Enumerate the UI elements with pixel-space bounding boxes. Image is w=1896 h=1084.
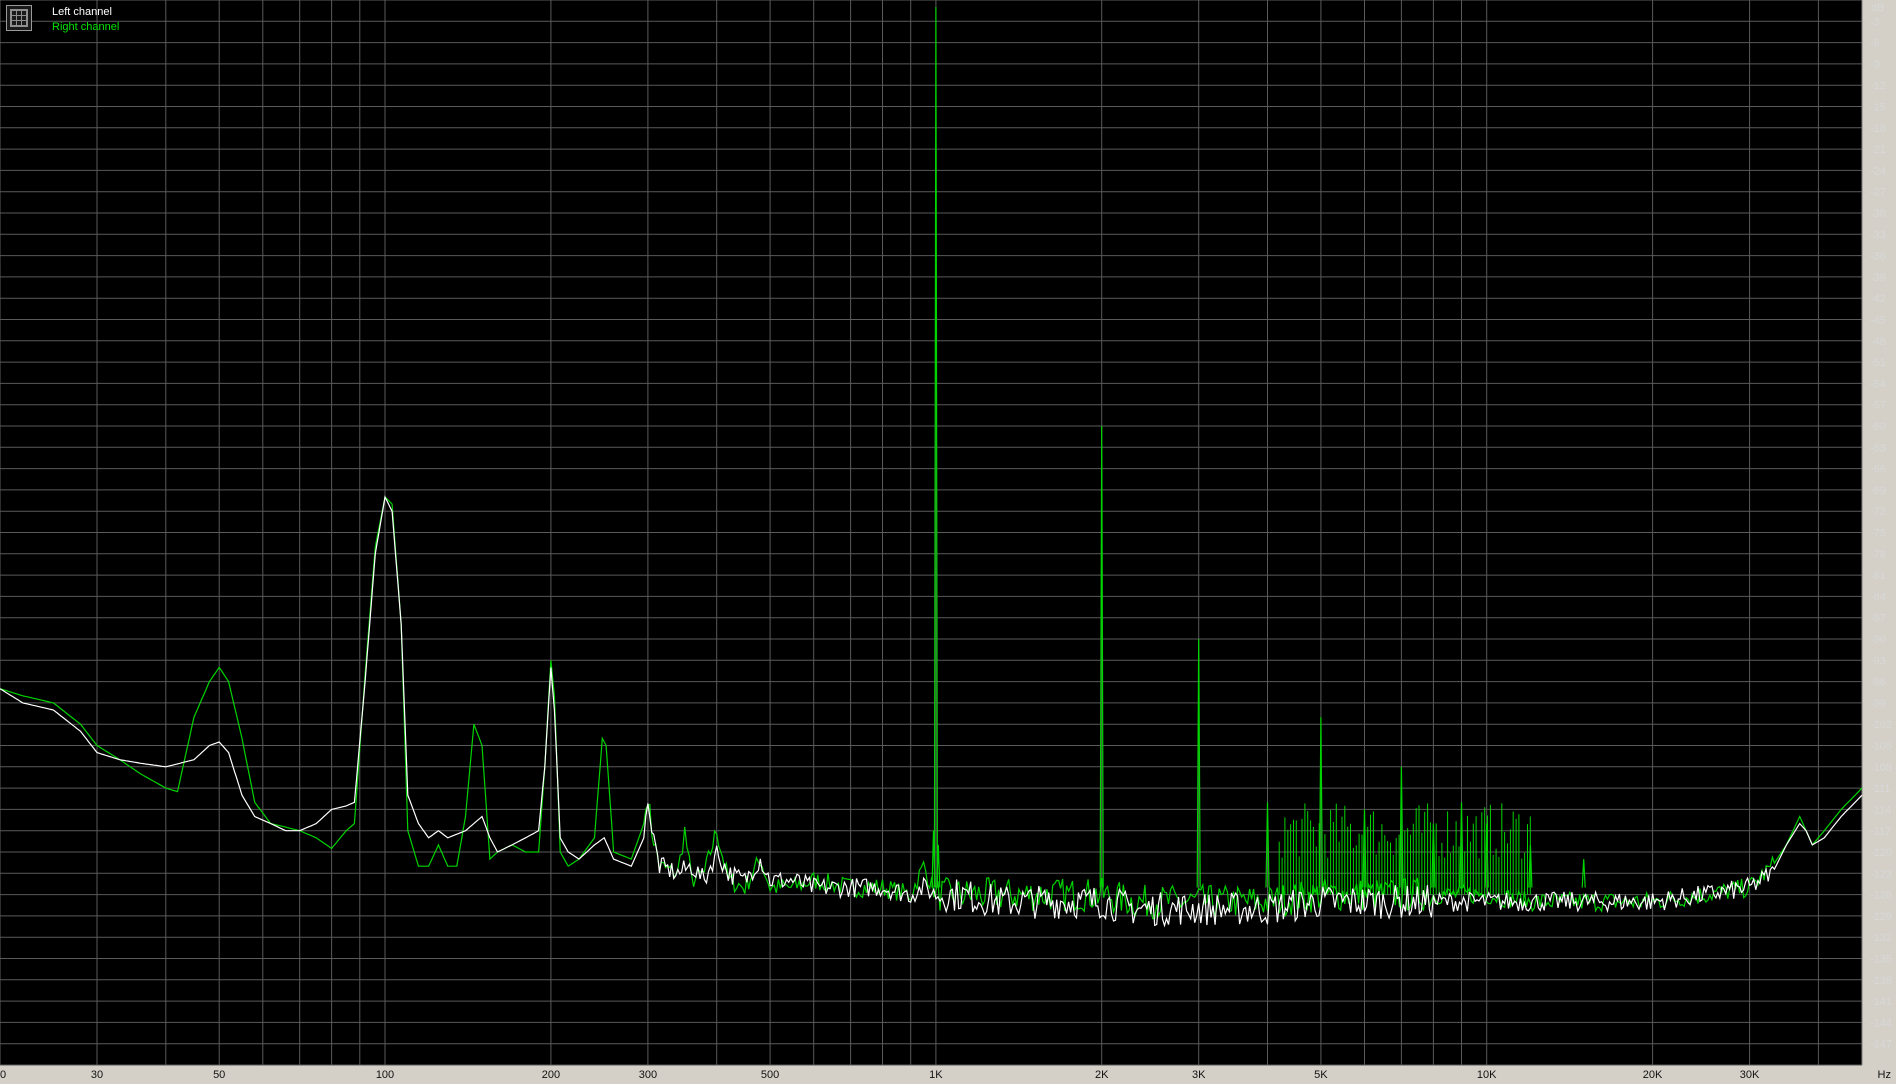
y-tick-label: -48 [1870, 336, 1886, 348]
y-tick-label: -36 [1870, 251, 1886, 263]
y-tick-label: -42 [1870, 293, 1886, 305]
y-unit-label: dB [1871, 2, 1884, 14]
x-tick-label: 20K [1643, 1069, 1663, 1081]
legend-labels: Left channel Right channel [52, 5, 119, 35]
y-tick-label: -117 [1870, 826, 1891, 838]
y-tick-label: -114 [1870, 804, 1891, 816]
y-tick-label: -132 [1870, 932, 1892, 944]
x-tick-label: 500 [761, 1069, 779, 1081]
chart-background [0, 0, 1896, 1084]
y-tick-label: -129 [1870, 911, 1892, 923]
y-tick-label: -69 [1870, 485, 1886, 497]
y-tick-label: -78 [1870, 549, 1886, 561]
y-tick-label: -126 [1870, 890, 1892, 902]
y-tick-label: -96 [1870, 677, 1886, 689]
y-tick-label: -99 [1870, 698, 1886, 710]
y-tick-label: -147 [1870, 1039, 1892, 1051]
y-tick-label: -123 [1870, 868, 1892, 880]
y-tick-label: -54 [1870, 378, 1886, 390]
y-tick-label: -9 [1870, 59, 1880, 71]
y-tick-label: -39 [1870, 272, 1886, 284]
x-tick-label: 3K [1192, 1069, 1206, 1081]
y-tick-label: -135 [1870, 954, 1892, 966]
y-tick-label: -24 [1870, 165, 1886, 177]
y-tick-label: -141 [1870, 996, 1892, 1008]
y-tick-label: -84 [1870, 591, 1886, 603]
y-tick-label: -72 [1870, 506, 1886, 518]
y-tick-label: -60 [1870, 421, 1886, 433]
y-tick-label: -111 [1870, 783, 1890, 795]
x-tick-label: 30K [1740, 1069, 1760, 1081]
y-tick-label: -90 [1870, 634, 1886, 646]
y-tick-label: -27 [1870, 187, 1886, 199]
y-tick-label: -120 [1870, 847, 1892, 859]
x-tick-label: 1K [929, 1069, 943, 1081]
x-tick-label: 50 [213, 1069, 225, 1081]
x-axis-strip [0, 1065, 1896, 1084]
legend-right-channel: Right channel [52, 21, 120, 33]
y-tick-label: -75 [1870, 528, 1886, 540]
x-tick-label: 2K [1095, 1069, 1109, 1081]
y-tick-label: -51 [1870, 357, 1886, 369]
x-tick-label: 20 [0, 1069, 6, 1081]
y-tick-label: -21 [1870, 144, 1886, 156]
y-tick-label: -66 [1870, 464, 1886, 476]
x-tick-label: 300 [639, 1069, 657, 1081]
y-tick-label: -45 [1870, 315, 1886, 327]
y-tick-label: -81 [1870, 570, 1886, 582]
x-tick-label: 200 [542, 1069, 560, 1081]
y-tick-label: -87 [1870, 613, 1886, 625]
y-tick-label: -30 [1870, 208, 1886, 220]
y-tick-label: -138 [1870, 975, 1892, 987]
y-tick-label: -18 [1870, 123, 1886, 135]
x-tick-label: 5K [1314, 1069, 1328, 1081]
legend: Left channel Right channel [6, 5, 119, 35]
y-tick-label: -108 [1870, 762, 1892, 774]
x-tick-label: 100 [376, 1069, 394, 1081]
y-tick-label: -144 [1870, 1017, 1892, 1029]
y-tick-label: -102 [1870, 719, 1892, 731]
y-tick-label: -3 [1870, 16, 1880, 28]
y-tick-label: -6 [1870, 38, 1880, 50]
y-tick-label: -33 [1870, 229, 1886, 241]
x-tick-label: 30 [91, 1069, 103, 1081]
grid-lines [0, 0, 1896, 1084]
spectrum-chart: -3 -6 -9 -12 -15 -18 -21 -24 -27 -30 -33 -36 -39 -42 -… [0, 0, 1896, 1084]
y-tick-label: -63 [1870, 442, 1886, 454]
grid-icon[interactable] [6, 5, 32, 31]
y-tick-label: -105 [1870, 741, 1892, 753]
y-tick-label: -15 [1870, 102, 1886, 114]
y-tick-label: -57 [1870, 400, 1886, 412]
y-tick-label: -93 [1870, 655, 1886, 667]
x-tick-label: 10K [1477, 1069, 1497, 1081]
x-unit-label: Hz [1878, 1069, 1891, 1081]
y-tick-label: -12 [1870, 80, 1886, 92]
legend-left-channel: Left channel [52, 6, 112, 18]
